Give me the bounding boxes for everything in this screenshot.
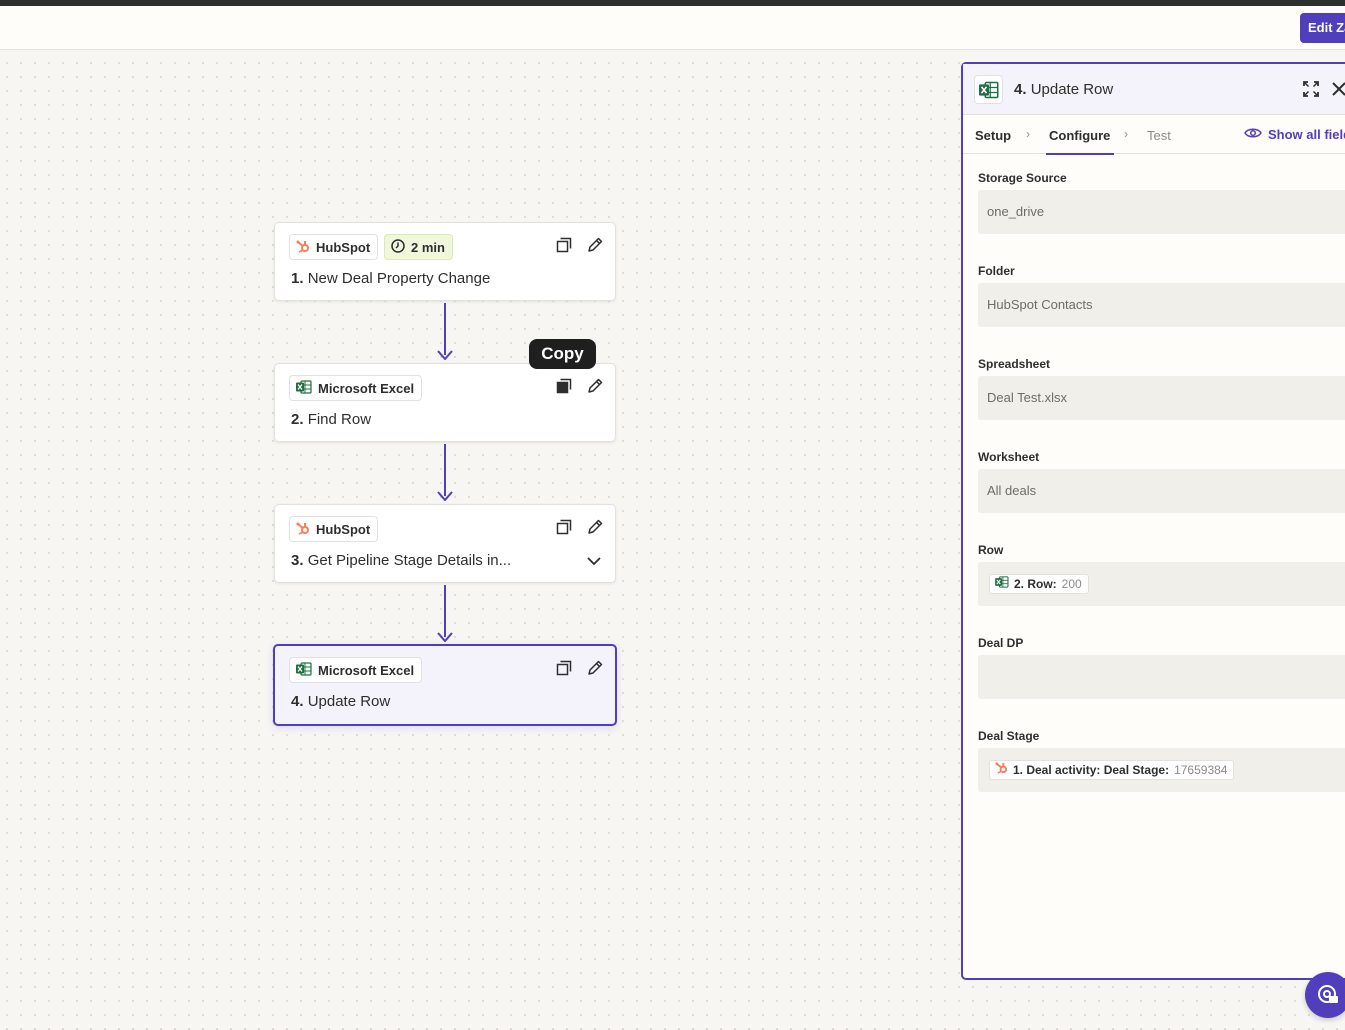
arrow-down-icon [437,491,453,501]
mapped-value-pill[interactable]: 2. Row: 200 [989,574,1089,594]
step-editor-panel: 4. Update Row Setup › Configure › Test S… [961,62,1345,980]
field-label-spreadsheet: Spreadsheet [978,357,1051,371]
delay-badge: 2 min [384,234,453,260]
connector-line [444,585,446,637]
step-name: Update Row [307,693,391,710]
help-chat-icon[interactable] [1305,972,1345,1018]
copy-icon[interactable] [555,518,572,535]
panel-header: 4. Update Row [963,64,1345,115]
top-bar: Edit Zap [0,6,1345,50]
field-label-folder: Folder [978,264,1015,278]
connector-line [444,444,446,496]
chevron-down-icon[interactable] [587,553,601,571]
step-title: 3. Get Pipeline Stage Details in... [291,552,511,569]
excel-icon [974,75,1003,104]
tab-setup[interactable]: Setup [975,128,1011,143]
app-chip-excel: Microsoft Excel [289,657,423,683]
step-tabs: Setup › Configure › Test Show all fields [963,115,1345,155]
step-card-3[interactable]: HubSpot 3. Get Pipeline Stage Details in… [274,504,616,583]
step-title: 1. New Deal Property Change [291,270,490,287]
app-name: Microsoft Excel [318,380,415,396]
hubspot-icon [296,239,310,256]
app-chip-excel: Microsoft Excel [289,375,423,401]
field-label-deal-dp: Deal DP [978,636,1024,650]
panel-title: 4. Update Row [1014,81,1113,98]
mapped-value-pill[interactable]: 1. Deal activity: Deal Stage: 17659384 [989,760,1235,780]
deal-stage-field[interactable]: 1. Deal activity: Deal Stage: 17659384 [978,748,1345,792]
field-label-storage-source: Storage Source [978,171,1067,185]
clock-icon [391,238,405,256]
excel-icon [995,574,1009,594]
pencil-icon[interactable] [586,659,603,676]
arrow-down-icon [437,350,453,360]
tab-configure[interactable]: Configure [1046,128,1115,155]
step-number: 3. [291,552,304,569]
worksheet-field[interactable]: All deals [978,469,1345,513]
pill-value: 17659384 [1174,763,1228,777]
step-name: Get Pipeline Stage Details in... [307,552,512,569]
app-chip-hubspot: HubSpot [289,234,379,260]
spreadsheet-field[interactable]: Deal Test.xlsx [978,376,1345,420]
pill-label: 1. Deal activity: Deal Stage: [1013,763,1170,777]
excel-icon [296,379,312,397]
field-label-row: Row [978,543,1004,557]
pencil-icon[interactable] [586,518,603,535]
panel-step-number: 4. [1014,81,1027,98]
deal-dp-field[interactable] [978,655,1345,699]
step-name: Find Row [307,411,372,428]
connector-line [444,303,446,355]
step-title: 4. Update Row [291,693,390,710]
row-field[interactable]: 2. Row: 200 [978,562,1345,606]
show-all-label: Show all fields [1268,127,1345,142]
pill-label: 2. Row: [1014,577,1057,591]
expand-icon[interactable] [1303,81,1319,102]
copy-icon[interactable] [555,659,572,676]
delay-text: 2 min [411,239,445,255]
copy-icon[interactable] [555,236,572,253]
tab-test[interactable]: Test [1147,128,1171,143]
pencil-icon[interactable] [586,377,603,394]
step-card-2[interactable]: Microsoft Excel 2. Find Row [274,363,616,442]
step-card-1[interactable]: HubSpot 2 min 1. New Deal Property Chang… [274,222,616,301]
step-name: New Deal Property Change [307,270,491,287]
field-label-deal-stage: Deal Stage [978,729,1040,743]
app-chip-hubspot: HubSpot [289,516,379,542]
chevron-right-icon: › [1026,127,1030,141]
step-number: 1. [291,270,304,287]
field-label-worksheet: Worksheet [978,450,1040,464]
panel-step-name: Update Row [1030,81,1114,98]
pill-value: 200 [1061,577,1082,591]
storage-source-field[interactable]: one_drive [978,190,1345,234]
app-name: HubSpot [316,521,371,537]
copy-icon[interactable] [555,377,572,394]
pencil-icon[interactable] [586,236,603,253]
hubspot-icon [995,760,1008,780]
edit-zap-button[interactable]: Edit Zap [1300,13,1345,43]
step-number: 2. [291,411,304,428]
app-name: Microsoft Excel [318,662,415,678]
arrow-down-icon [437,632,453,642]
step-number: 4. [291,693,304,710]
eye-icon [1244,127,1262,142]
excel-icon [296,661,312,679]
app-name: HubSpot [316,239,371,255]
step-title: 2. Find Row [291,411,371,428]
close-icon[interactable] [1331,81,1345,102]
show-all-fields-link[interactable]: Show all fields [1244,127,1345,142]
chevron-right-icon: › [1124,127,1128,141]
folder-field[interactable]: HubSpot Contacts [978,283,1345,327]
step-card-4[interactable]: Microsoft Excel 4. Update Row [273,644,617,726]
copy-tooltip: Copy [529,339,596,369]
hubspot-icon [296,521,310,538]
